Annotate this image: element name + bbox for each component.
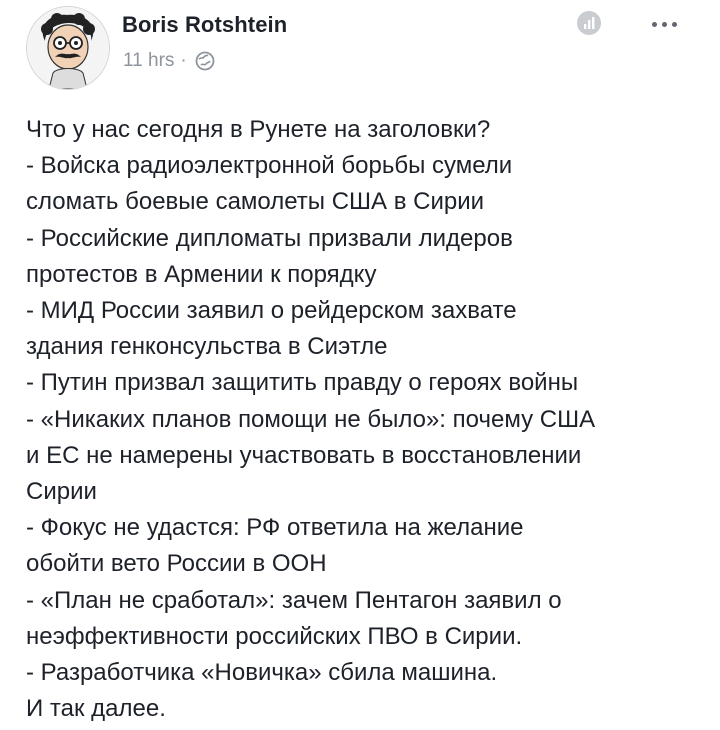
globe-icon[interactable] xyxy=(195,51,215,71)
post-text-line: и ЕС не намерены участвовать в восстанов… xyxy=(26,441,582,469)
post-text-line: Что у нас сегодня в Рунете на заголовки? xyxy=(26,116,491,143)
meta-separator: · xyxy=(180,50,187,71)
post-text-line: - Российские дипломаты призвали лидеров xyxy=(26,224,513,252)
post-text-line: сломать боевые самолеты США в Сирии xyxy=(26,188,485,216)
post-text-line: - Разработчика «Новичка» сбила машина. xyxy=(26,659,498,687)
post-text-line: - «План не сработал»: зачем Пентагон зая… xyxy=(26,586,562,614)
post-text-line: И так далее. xyxy=(26,695,166,723)
post-text-line: Сирии xyxy=(26,478,97,506)
avatar-caricature-icon xyxy=(27,7,109,89)
post-text-line: - МИД России заявил о рейдерском захвате xyxy=(26,297,517,325)
post-timestamp[interactable]: 11 hrs xyxy=(123,50,174,72)
bar-chart-icon[interactable] xyxy=(576,10,602,36)
avatar[interactable] xyxy=(26,6,110,90)
post-text-line: протестов в Армении к порядку xyxy=(26,260,377,288)
post-author-name[interactable]: Boris Rotshtein xyxy=(122,12,287,38)
post-text: Что у нас сегодня в Рунете на заголовки?… xyxy=(26,112,706,727)
more-options-icon[interactable] xyxy=(642,10,686,38)
post-header: Boris Rotshtein 11 hrs · xyxy=(26,6,706,90)
post-text-line: обойти вето России в ООН xyxy=(26,550,327,578)
post-meta: 11 hrs · xyxy=(123,50,215,72)
post-text-line: - Путин призвал защитить правду о героях… xyxy=(26,369,579,397)
post-text-line: здания генконсульства в Сиэтле xyxy=(26,333,388,361)
post-text-line: - «Никаких планов помощи не было»: почем… xyxy=(26,405,596,433)
post-text-line: - Фокус не удастся: РФ ответила на желан… xyxy=(26,514,524,542)
post-text-line: неэффективности российских ПВО в Сирии. xyxy=(26,622,523,650)
post-text-line: - Войска радиоэлектронной борьбы сумели xyxy=(26,152,513,180)
